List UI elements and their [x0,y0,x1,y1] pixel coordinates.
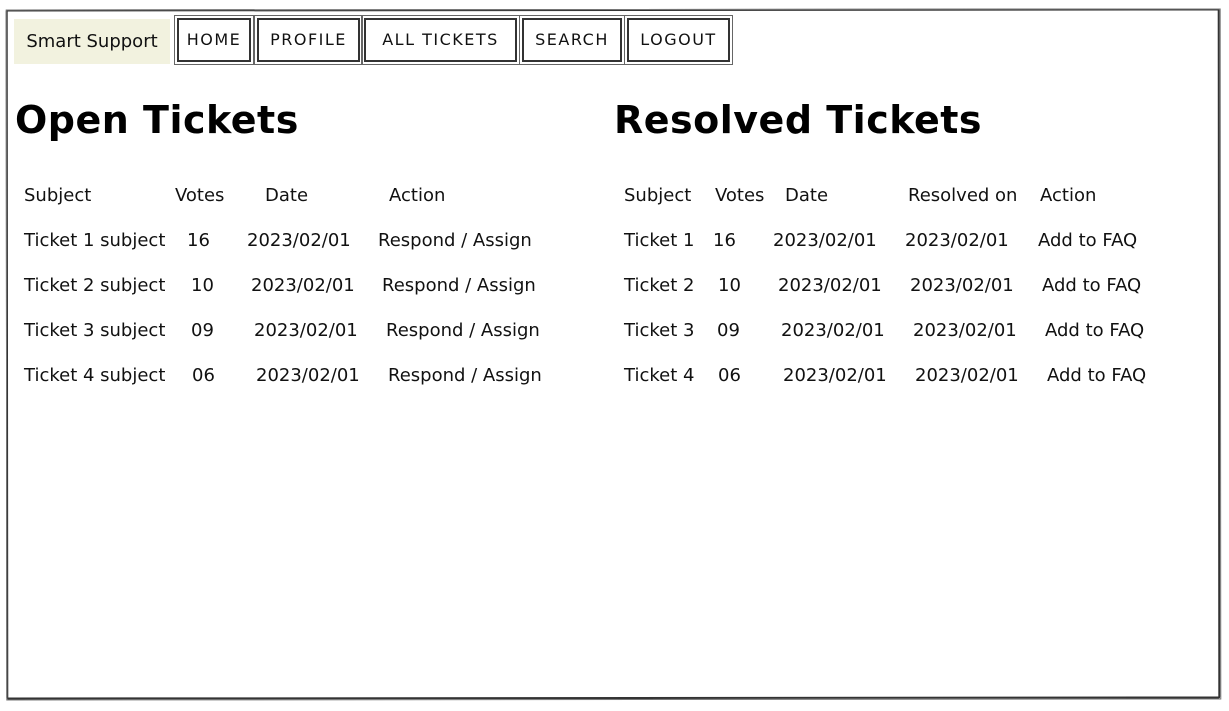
open-row-subject: Ticket 2 subject [24,275,166,296]
open-col-votes-header: Votes [175,185,225,206]
resolved-col-resolved-on-header: Resolved on [908,185,1018,206]
open-row-votes: 10 [191,275,214,296]
resolved-row-subject: Ticket 3 [624,320,695,341]
resolved-row-votes: 09 [717,320,740,341]
open-col-action-header: Action [389,185,446,206]
nav-profile-button[interactable]: PROFILE [254,15,363,65]
resolved-row-subject: Ticket 4 [624,365,695,386]
resolved-col-action-header: Action [1040,185,1097,206]
resolved-col-subject-header: Subject [624,185,692,206]
open-tickets-title: Open Tickets [15,98,299,142]
resolved-row-date: 2023/02/01 [781,320,885,341]
resolved-row-add-to-faq-link[interactable]: Add to FAQ [1042,275,1141,296]
nav-home-button[interactable]: HOME [174,15,254,65]
open-col-subject-header: Subject [24,185,92,206]
resolved-tickets-title: Resolved Tickets [614,98,983,142]
resolved-row-date: 2023/02/01 [773,230,877,251]
open-row-respond-assign-link[interactable]: Respond / Assign [388,365,542,386]
resolved-row-resolved-on: 2023/02/01 [913,320,1017,341]
resolved-row-date: 2023/02/01 [778,275,882,296]
brand-label: Smart Support [14,19,170,64]
resolved-row-subject: Ticket 1 [624,230,695,251]
open-row-votes: 06 [192,365,215,386]
resolved-row-votes: 10 [718,275,741,296]
open-row-subject: Ticket 4 subject [24,365,166,386]
nav-logout-button[interactable]: LOGOUT [624,15,733,65]
resolved-row-add-to-faq-link[interactable]: Add to FAQ [1047,365,1146,386]
resolved-col-date-header: Date [785,185,829,206]
open-row-subject: Ticket 1 subject [24,230,166,251]
open-row-date: 2023/02/01 [254,320,358,341]
resolved-row-votes: 06 [718,365,741,386]
nav-search-button[interactable]: SEARCH [519,15,625,65]
resolved-row-resolved-on: 2023/02/01 [910,275,1014,296]
resolved-col-votes-header: Votes [715,185,765,206]
resolved-row-resolved-on: 2023/02/01 [905,230,1009,251]
open-row-respond-assign-link[interactable]: Respond / Assign [386,320,540,341]
resolved-row-date: 2023/02/01 [783,365,887,386]
open-row-votes: 16 [187,230,210,251]
open-row-date: 2023/02/01 [251,275,355,296]
open-row-date: 2023/02/01 [247,230,351,251]
resolved-row-add-to-faq-link[interactable]: Add to FAQ [1038,230,1137,251]
resolved-row-resolved-on: 2023/02/01 [915,365,1019,386]
resolved-row-subject: Ticket 2 [624,275,695,296]
resolved-row-votes: 16 [713,230,736,251]
open-row-respond-assign-link[interactable]: Respond / Assign [378,230,532,251]
open-row-subject: Ticket 3 subject [24,320,166,341]
open-row-votes: 09 [191,320,214,341]
open-row-respond-assign-link[interactable]: Respond / Assign [382,275,536,296]
resolved-row-add-to-faq-link[interactable]: Add to FAQ [1045,320,1144,341]
open-row-date: 2023/02/01 [256,365,360,386]
nav-all-tickets-button[interactable]: ALL TICKETS [361,15,520,65]
open-col-date-header: Date [265,185,309,206]
